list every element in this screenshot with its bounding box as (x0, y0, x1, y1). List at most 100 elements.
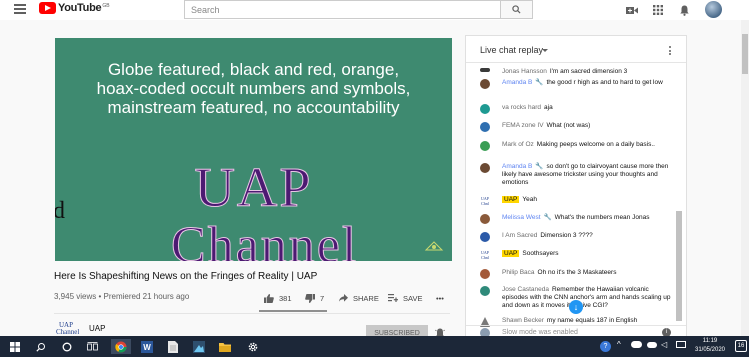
video-watermark-logo (420, 240, 448, 258)
chat-text: What (not was) (546, 122, 591, 129)
playlist-add-icon (388, 294, 398, 302)
chat-author[interactable]: Amanda B (502, 163, 532, 170)
video-meta: 3,945 views • Premiered 21 hours ago (54, 292, 190, 301)
scroll-down-icon[interactable]: ↓ (569, 300, 583, 314)
notifications-bell-icon[interactable] (676, 3, 692, 17)
page-scrollbar-thumb[interactable] (742, 34, 748, 74)
chat-author[interactable]: Shawn Becker (502, 317, 544, 324)
chat-author[interactable]: Amanda B (502, 79, 532, 86)
apps-grid-icon[interactable] (650, 3, 666, 17)
chat-text: Yeah (522, 196, 537, 203)
wrench-icon: 🔧 (535, 79, 544, 86)
clock-date: 31/05/2020 (694, 347, 726, 353)
save-label: SAVE (403, 293, 423, 303)
cloud-icon[interactable] (647, 342, 657, 348)
divider (54, 313, 450, 314)
search-icon[interactable] (33, 339, 49, 354)
caption-line-2: hoax-coded occult numbers and symbols, (96, 79, 411, 98)
channel-name[interactable]: UAP (89, 324, 105, 333)
taskbar-clock[interactable]: 11:19 31/05/2020 (690, 337, 730, 355)
chat-header: Live chat replay (466, 36, 686, 63)
keyboard-icon[interactable] (676, 341, 686, 348)
chat-avatar-uap: UAP Chnl (480, 196, 489, 206)
chat-author[interactable]: Mark of Oz (502, 141, 534, 148)
chat-title[interactable]: Live chat replay (480, 45, 543, 55)
chat-text: Making peeps welcome on a daily basis.. (536, 141, 655, 148)
wrench-icon: 🔧 (535, 163, 544, 170)
top-bar: YouTube GB Search (0, 0, 749, 20)
chat-avatar (480, 286, 490, 296)
user-avatar[interactable] (705, 1, 722, 18)
chat-text: aja (544, 104, 553, 111)
create-video-icon[interactable] (624, 3, 640, 17)
chat-avatar (480, 232, 490, 242)
dislike-button[interactable]: 7 (305, 293, 324, 303)
chat-scrollbar[interactable] (676, 211, 682, 321)
thumbs-down-icon (305, 293, 315, 303)
owner-badge[interactable]: UAP (502, 196, 520, 203)
chat-author[interactable]: Philip Baca (502, 269, 535, 276)
video-caption: Globe featured, black and red, orange, h… (55, 60, 452, 117)
chat-avatar (480, 104, 490, 114)
settings-gear-icon[interactable] (245, 339, 261, 354)
action-center-icon[interactable]: 16 (735, 340, 747, 352)
chat-avatar (480, 141, 490, 151)
chevron-up-icon[interactable]: ^ (617, 340, 621, 349)
chrome-icon[interactable] (111, 339, 131, 354)
chat-avatar (480, 269, 490, 279)
photo-editor-icon[interactable] (191, 339, 207, 354)
chat-text: the good r high as and to hard to get lo… (546, 79, 663, 86)
live-chat-panel: Live chat replay Jonas Hansson I'm am sac… (465, 35, 687, 340)
chat-author[interactable]: va rocks hard (502, 104, 541, 111)
volume-icon[interactable]: ◁ (661, 340, 667, 349)
more-actions-button[interactable]: ••• (436, 293, 444, 303)
share-button[interactable]: SHARE (339, 293, 379, 303)
like-button[interactable]: 381 (264, 293, 292, 303)
search-input[interactable]: Search (184, 0, 501, 19)
chat-text: What's the numbers mean Jonas (554, 214, 650, 221)
chat-text: my name equals 187 in English (546, 317, 638, 324)
save-button[interactable]: SAVE (388, 293, 422, 303)
chat-author[interactable]: Jose Castaneda (502, 286, 549, 293)
chat-author[interactable]: Jonas Hansson (502, 68, 547, 75)
caption-line-3: mainstream featured, no accountability (107, 98, 400, 117)
word-icon[interactable]: W (139, 339, 155, 354)
owner-badge[interactable]: UAP (502, 250, 520, 257)
logo-region: GB (102, 3, 110, 9)
logo-text: YouTube (58, 2, 102, 14)
search-button[interactable] (501, 0, 533, 19)
menu-icon[interactable] (14, 4, 26, 14)
channel-avatar[interactable]: UAP Channel (56, 321, 80, 336)
wrench-icon: 🔧 (543, 214, 552, 221)
thumbs-up-icon (264, 293, 274, 303)
chat-avatar (480, 163, 490, 173)
chat-text: Dimension 3 ???? (540, 232, 593, 239)
svg-text:W: W (143, 343, 151, 352)
youtube-logo[interactable]: YouTube GB (39, 2, 110, 14)
like-ratio-bar (259, 310, 327, 312)
task-view-icon[interactable] (84, 339, 100, 354)
chat-avatar (480, 122, 490, 132)
chat-author[interactable]: Melissa West (502, 214, 541, 221)
chat-author[interactable]: FEMA zone IV (502, 122, 544, 129)
video-title: Here Is Shapeshifting News on the Fringe… (54, 271, 318, 282)
video-player[interactable]: Globe featured, black and red, orange, h… (55, 38, 452, 261)
more-actions-label: ••• (436, 293, 444, 303)
youtube-play-icon (39, 2, 56, 14)
caption-line-1: Globe featured, black and red, orange, (107, 60, 400, 79)
windows-start-icon[interactable] (7, 339, 23, 354)
more-vert-icon[interactable] (669, 46, 671, 55)
document-icon[interactable] (165, 339, 181, 354)
video-overlay-title: UAP (194, 157, 313, 220)
chevron-down-icon[interactable] (542, 49, 548, 52)
help-icon[interactable]: ? (600, 341, 611, 352)
channel-avatar-text: UAP Channel (56, 321, 80, 336)
cortana-icon[interactable] (59, 339, 75, 354)
onedrive-icon[interactable] (631, 341, 642, 348)
chat-author[interactable]: I Am Sacred (502, 232, 537, 239)
chat-text: Oh no it's the 3 Maskateers (537, 269, 617, 276)
video-background-letter: d (55, 198, 65, 224)
chat-text: Soothsayers (522, 250, 559, 257)
chat-text: I'm am sacred dimension 3 (549, 68, 628, 75)
file-explorer-icon[interactable] (217, 339, 233, 354)
